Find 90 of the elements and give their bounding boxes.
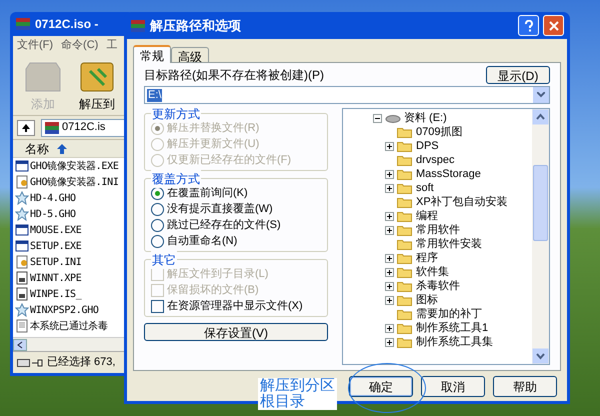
star-file-icon [15, 207, 29, 221]
tree-item[interactable]: 程序 [416, 250, 438, 266]
star-file-icon [15, 191, 29, 205]
expand-box-icon[interactable] [385, 254, 394, 262]
books-icon [15, 16, 31, 32]
question-mark-icon [524, 20, 534, 32]
annotation-note: 解压到分区 根目录 [258, 378, 337, 410]
checkbox[interactable] [151, 300, 164, 312]
expand-box-icon[interactable] [385, 268, 394, 276]
books-icon [130, 18, 146, 34]
radio-button[interactable] [151, 234, 164, 248]
file-row[interactable]: HD-5.GHO [13, 206, 131, 222]
expand-box-icon[interactable] [385, 226, 394, 234]
option-label: 仅更新已经存在的文件(F) [167, 153, 292, 167]
books-icon [44, 120, 60, 136]
tree-item[interactable]: 需要加的补丁 [416, 306, 482, 322]
tree-item[interactable]: 杀毒软件 [416, 278, 460, 294]
option-label: 在资源管理器中显示文件(X) [167, 299, 303, 313]
option-label: 自动重命名(N) [167, 234, 238, 248]
expand-box-icon[interactable] [385, 338, 394, 346]
option-label: 保留损坏的文件(B) [167, 283, 259, 297]
tree-item[interactable]: 制作系统工具1 [416, 320, 488, 336]
radio-button[interactable] [151, 218, 164, 232]
file-row[interactable]: SETUP.EXE [13, 238, 131, 254]
vertical-scrollbar[interactable] [532, 109, 549, 364]
show-button[interactable]: 显示(D) [486, 66, 550, 84]
drive-key-icon [17, 358, 43, 368]
extract-button[interactable]: 解压到 [73, 59, 121, 113]
tree-item[interactable]: 资料 (E:) [404, 110, 447, 126]
expand-box-icon[interactable] [385, 296, 394, 304]
file-row[interactable]: HD-4.GHO [13, 190, 131, 206]
window-title: 0712C.iso - [35, 16, 98, 33]
group-title: 更新方式 [151, 105, 201, 123]
drive-icon [385, 114, 401, 122]
close-icon [548, 20, 558, 30]
cancel-button[interactable]: 取消 [421, 376, 485, 397]
file-row[interactable]: 本系统已通过杀毒 [13, 318, 131, 334]
path-combo-box[interactable]: E:\ [144, 86, 550, 104]
radio-button[interactable] [151, 202, 164, 216]
tree-item[interactable]: 制作系统工具集 [416, 334, 493, 350]
help-button[interactable] [518, 15, 539, 36]
expand-box-icon[interactable] [385, 184, 394, 192]
collapse-box-icon[interactable] [373, 114, 382, 122]
tree-item[interactable]: 常用软件 [416, 222, 460, 238]
menu-item[interactable]: 文件(F) [17, 36, 54, 54]
option-label: 跳过已经存在的文件(S) [167, 218, 281, 232]
up-folder-button[interactable] [17, 120, 35, 136]
tree-item[interactable]: DPS [416, 138, 439, 154]
close-button[interactable] [543, 15, 564, 36]
tree-item[interactable]: 0709抓图 [416, 124, 462, 140]
path-field[interactable]: 0712C.is [41, 118, 127, 136]
status-text: 已经选择 673, [47, 355, 116, 370]
expand-box-icon[interactable] [385, 324, 394, 332]
menu-item[interactable]: 工 [106, 36, 118, 54]
expand-box-icon[interactable] [385, 170, 394, 178]
group-title: 覆盖方式 [151, 170, 201, 188]
tree-item[interactable]: 图标 [416, 292, 438, 308]
menu-item[interactable]: 命令(C) [61, 36, 98, 54]
tree-item[interactable]: soft [416, 180, 434, 196]
file-row[interactable]: GHO镜像安装器.EXE [13, 158, 131, 174]
file-row[interactable]: WINNT.XPE [13, 270, 131, 286]
option-label: 解压文件到子目录(L) [167, 267, 268, 281]
window-title: 解压路径和选项 [150, 16, 242, 35]
tree-item[interactable]: 常用软件安装 [416, 236, 482, 252]
file-row[interactable]: GHO镜像安装器.INI [13, 174, 131, 190]
tab[interactable]: 常规 [133, 45, 171, 63]
tree-item[interactable]: XP补丁包自动安装 [416, 194, 508, 210]
save-settings-button[interactable]: 保存设置(V) [144, 323, 328, 341]
expand-box-icon[interactable] [385, 282, 394, 290]
file-row[interactable]: WINXPSP2.GHO [13, 302, 131, 318]
tree-item[interactable]: 软件集 [416, 264, 449, 280]
option-label: 解压并更新文件(U) [167, 137, 260, 151]
expand-box-icon[interactable] [385, 212, 394, 220]
star-file-icon [15, 303, 29, 317]
tree-item[interactable]: drvspec [416, 152, 455, 168]
option-label: 没有提示直接覆盖(W) [167, 202, 273, 216]
path-label: 目标路径(如果不存在将被创建)(P) [144, 67, 324, 84]
file-row[interactable]: WINPE.IS_ [13, 286, 131, 302]
file-row[interactable]: SETUP.INI [13, 254, 131, 270]
tree-item[interactable]: 编程 [416, 208, 438, 224]
tree-item[interactable]: MassStorage [416, 166, 481, 182]
group-title: 其它 [151, 251, 177, 269]
help-button[interactable]: 帮助 [493, 376, 557, 397]
up-arrow-icon [21, 122, 31, 132]
tab[interactable]: 高级 [171, 47, 209, 62]
ok-button[interactable]: 确定 [349, 376, 413, 397]
file-row[interactable]: MOUSE.EXE [13, 222, 131, 238]
expand-box-icon[interactable] [385, 142, 394, 150]
radio-button[interactable] [151, 186, 164, 200]
sort-up-arrow-icon [57, 144, 67, 154]
